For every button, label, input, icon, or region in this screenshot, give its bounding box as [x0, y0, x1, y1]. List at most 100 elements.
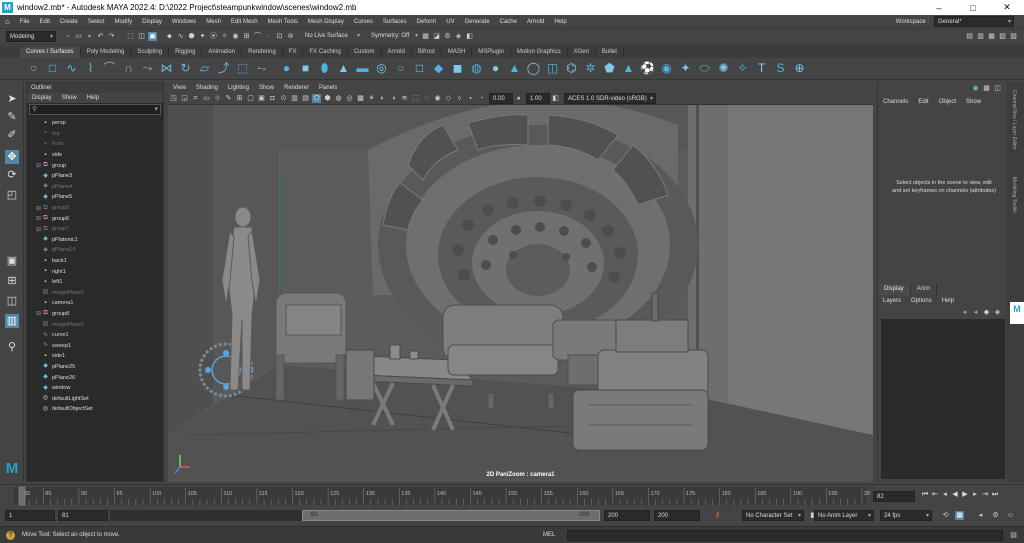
safe-title-icon[interactable]: ▤ — [301, 94, 310, 103]
gamma-field[interactable]: 1.00 — [526, 93, 550, 104]
menuset-dropdown[interactable]: Modeling — [6, 31, 56, 42]
mask-curve-icon[interactable]: ∿ — [176, 32, 185, 41]
range-bar[interactable]: 81 200 — [110, 510, 600, 521]
safe-action-icon[interactable]: ▥ — [290, 94, 299, 103]
poly-sphericalharmonic-icon[interactable]: ✺ — [716, 61, 731, 76]
render-frame-icon[interactable]: ▦ — [421, 32, 430, 41]
go-to-end-icon[interactable]: ⏭ — [990, 490, 1000, 500]
outliner-item[interactable]: ▪ camera1 — [35, 298, 163, 309]
smooth-shade-icon[interactable]: ⬢ — [323, 94, 332, 103]
shelf-tab-fx-caching[interactable]: FX Caching — [303, 47, 348, 58]
menu-edit-mesh[interactable]: Edit Mesh — [226, 19, 263, 25]
hypershade-icon[interactable]: ◈ — [454, 32, 463, 41]
cube-icon[interactable]: ■ — [298, 61, 313, 76]
step-back-key-icon[interactable]: ⇤ — [930, 490, 940, 500]
new-scene-icon[interactable]: ▫ — [63, 32, 72, 41]
save-scene-icon[interactable]: ▪ — [85, 32, 94, 41]
menu-windows[interactable]: Windows — [167, 19, 201, 25]
x-ray-components-icon[interactable]: ⬩ — [466, 94, 475, 103]
grease-pencil-icon[interactable]: ✎ — [224, 94, 233, 103]
side-tab-channel-box[interactable]: Channel Box / Layer Editor — [1011, 90, 1017, 150]
move-tool-icon[interactable]: ✥ — [5, 150, 19, 164]
outliner-item[interactable]: ◆ pPlane3 — [35, 171, 163, 182]
close-button[interactable]: ✕ — [990, 2, 1024, 13]
modeling-toolkit-toggle-icon[interactable]: ▨ — [1009, 32, 1018, 41]
workspace-dropdown[interactable]: General* — [934, 16, 1014, 27]
square-curve-icon[interactable]: □ — [45, 61, 60, 76]
zoom-layout-icon[interactable]: ⚲ — [5, 340, 19, 354]
shelf-tab-poly-modeling[interactable]: Poly Modeling — [81, 47, 132, 58]
channel-box-toggle-icon[interactable]: ▦ — [987, 32, 996, 41]
outliner-toggle-icon[interactable]: ▧ — [998, 32, 1007, 41]
shelf-tab-fx[interactable]: FX — [283, 47, 304, 58]
chevron-down-icon[interactable]: ▾ — [154, 105, 158, 113]
menu-select[interactable]: Select — [83, 19, 110, 25]
torus-icon[interactable]: ◎ — [374, 61, 389, 76]
anim-layer-dropdown[interactable]: No Anim Layer — [814, 510, 874, 521]
outliner-item[interactable]: ▪ top — [35, 129, 163, 140]
playback-start-field[interactable]: 81 — [58, 510, 108, 521]
outliner-item[interactable]: ▪ persp — [35, 118, 163, 129]
expand-icon[interactable]: ⊞ — [35, 162, 42, 169]
default-material-icon[interactable]: ◍ — [334, 94, 343, 103]
shelf-tab-animation[interactable]: Animation — [202, 47, 243, 58]
channelbox-menu-channels[interactable]: Channels — [878, 99, 913, 105]
ep-curve-icon[interactable]: ∿ — [64, 61, 79, 76]
attribute-editor-icon[interactable]: ▦ — [982, 84, 991, 93]
field-chart-icon[interactable]: ⊙ — [279, 94, 288, 103]
poly-soccer-icon[interactable]: ⚽ — [640, 61, 655, 76]
four-view-layout-icon[interactable]: ⊞ — [5, 274, 19, 288]
outliner-menu-display[interactable]: Display — [27, 95, 57, 101]
menu-file[interactable]: File — [15, 19, 35, 25]
expand-icon[interactable]: ⊞ — [35, 310, 42, 317]
outliner-item[interactable]: ⊞ ⧉ group7 — [35, 224, 163, 235]
play-forward-icon[interactable]: ▶ — [960, 490, 970, 500]
playback-end-field[interactable]: 200 — [604, 510, 650, 521]
outliner-item[interactable]: ◎ defaultLightSet — [35, 393, 163, 404]
select-camera-icon[interactable]: ◳ — [169, 94, 178, 103]
poly-pipe-icon[interactable]: ◫ — [545, 61, 560, 76]
character-set-dropdown[interactable]: No Character Set — [742, 510, 804, 521]
select-tool-icon[interactable]: ➤ — [5, 92, 19, 106]
bezier-icon[interactable]: ⌒ — [102, 61, 117, 76]
plane-icon[interactable]: ▬ — [355, 61, 370, 76]
shelf-tab-xgen[interactable]: XGen — [568, 47, 596, 58]
lasso-tool-icon[interactable]: ✎ — [5, 110, 19, 124]
poly-plane-icon[interactable]: ◆ — [431, 61, 446, 76]
2d-pan-zoom-icon[interactable]: ⊹ — [213, 94, 222, 103]
open-scene-icon[interactable]: ▭ — [74, 32, 83, 41]
menu-mesh-display[interactable]: Mesh Display — [303, 19, 349, 25]
render-settings-icon[interactable]: ⚙ — [443, 32, 452, 41]
outliner-item[interactable]: ◆ window — [35, 383, 163, 394]
new-empty-layer-icon[interactable]: ◆ — [982, 308, 991, 317]
arc-icon[interactable]: ∩ — [121, 61, 136, 76]
start-time-field[interactable]: 1 — [5, 510, 55, 521]
outliner-item[interactable]: ⊞ ⧉ group — [35, 160, 163, 171]
character-icon[interactable]: ☺ — [1006, 511, 1015, 520]
isolate-select-icon[interactable]: ◉ — [433, 94, 442, 103]
shelf-tab-motion-graphics[interactable]: Motion Graphics — [511, 47, 568, 58]
current-time-indicator[interactable] — [18, 486, 26, 506]
square-nurbs-icon[interactable]: □ — [412, 61, 427, 76]
outliner-item[interactable]: ⊞ ⧉ group8 — [35, 309, 163, 320]
outliner-item[interactable]: ⊞ ⧉ group5 — [35, 203, 163, 214]
menu-create[interactable]: Create — [55, 19, 83, 25]
cylinder-icon[interactable]: ⬮ — [317, 61, 332, 76]
mask-deformer-icon[interactable]: ✦ — [198, 32, 207, 41]
outliner-item[interactable]: ▪ back1 — [35, 256, 163, 267]
boundary-icon[interactable]: ⬚ — [235, 61, 250, 76]
step-forward-key-icon[interactable]: ⇥ — [980, 490, 990, 500]
scale-tool-icon[interactable]: ◰ — [5, 188, 19, 202]
textured-icon[interactable]: ▩ — [356, 94, 365, 103]
revolve-icon[interactable]: ↻ — [178, 61, 193, 76]
layer-menu-help[interactable]: Help — [937, 298, 959, 304]
end-time-field[interactable]: 200 — [654, 510, 700, 521]
outliner-item[interactable]: ▪ right1 — [35, 266, 163, 277]
poly-helix-icon[interactable]: ⌬ — [564, 61, 579, 76]
use-all-lights-icon[interactable]: ☀ — [367, 94, 376, 103]
outliner-persp-layout-icon[interactable]: ▥ — [5, 314, 19, 328]
outliner-menu-help[interactable]: Help — [82, 95, 104, 101]
viewport-menu-renderer[interactable]: Renderer — [279, 85, 314, 91]
shelf-tab-curves-surfaces[interactable]: Curves / Surfaces — [20, 47, 81, 58]
move-layer-down-icon[interactable]: ◂ — [971, 308, 980, 317]
